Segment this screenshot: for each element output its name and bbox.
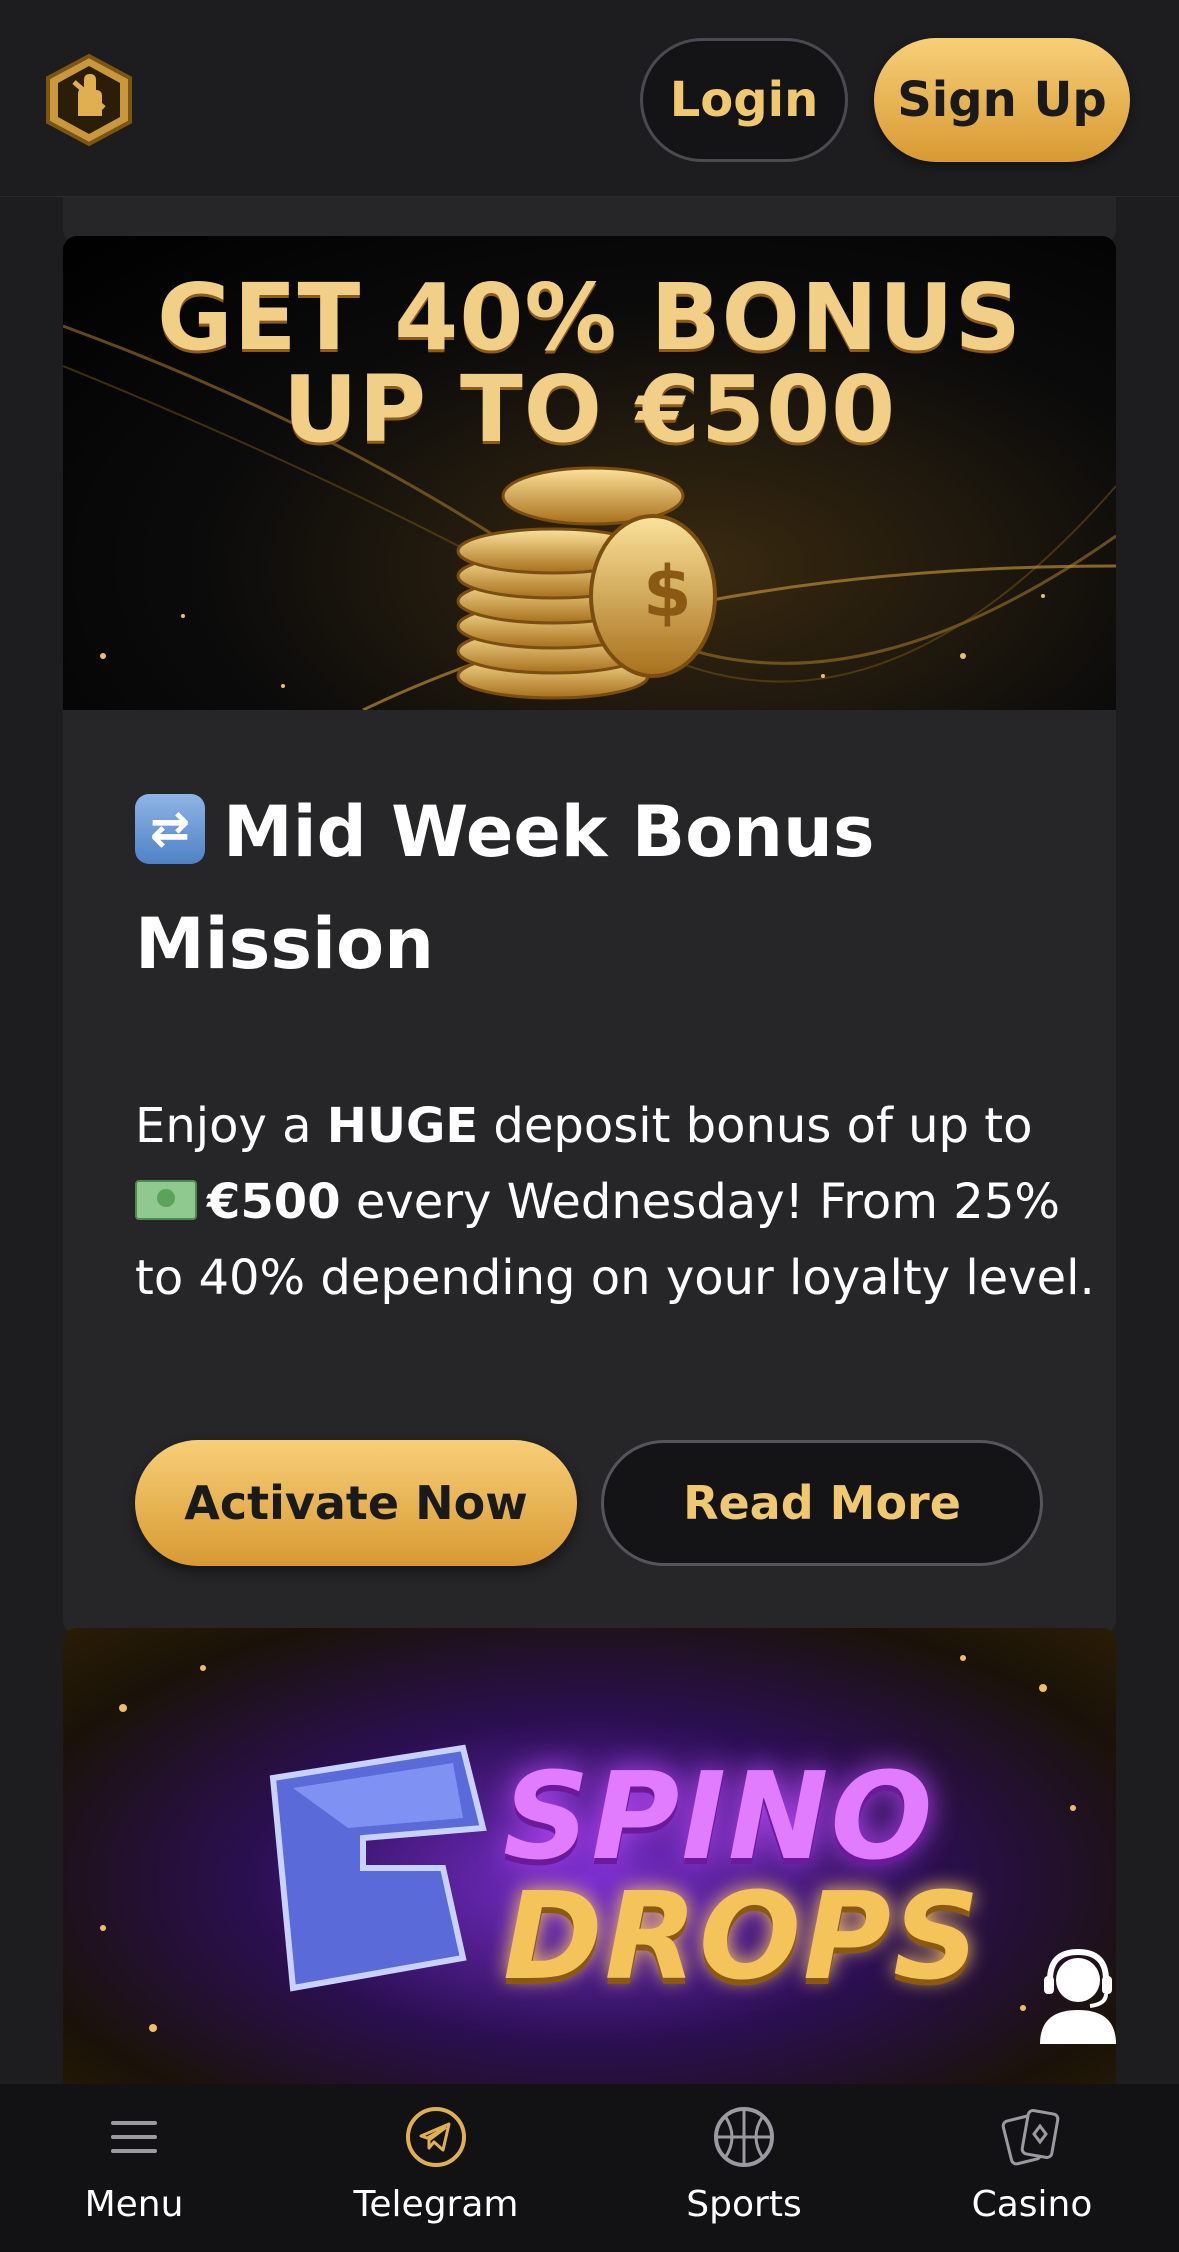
nav-menu-label: Menu — [84, 2184, 184, 2225]
spino-drops-banner[interactable]: SPINO DROPS — [63, 1628, 1116, 2088]
svg-text:$: $ — [643, 551, 692, 633]
headset-agent-icon — [1040, 1948, 1116, 2044]
desc-part-1: Enjoy a — [135, 1098, 327, 1154]
nav-casino-label: Casino — [971, 2184, 1093, 2225]
desc-amount: €500 — [207, 1174, 341, 1230]
signup-button[interactable]: Sign Up — [874, 38, 1130, 162]
menu-icon — [111, 2121, 157, 2153]
basketball-icon — [714, 2107, 774, 2167]
banknote-icon — [135, 1180, 197, 1220]
top-header: Login Sign Up — [0, 0, 1179, 197]
gold-coins-image: $ — [456, 466, 717, 700]
nav-sports-label: Sports — [686, 2184, 802, 2225]
spino-title: SPINO — [503, 1748, 935, 1887]
nav-menu[interactable]: Menu — [74, 2084, 194, 2252]
activate-now-button[interactable]: Activate Now — [135, 1440, 577, 1566]
desc-huge: HUGE — [326, 1098, 479, 1154]
login-button[interactable]: Login — [640, 38, 848, 162]
repeat-icon: ⇄ — [135, 794, 205, 864]
bottom-navigation: Menu Telegram Sports Casino — [0, 2084, 1179, 2252]
promo-banner-image: GET 40% BONUS UP TO €500 $ — [63, 236, 1116, 710]
nav-telegram[interactable]: Telegram — [344, 2084, 528, 2252]
banner-headline: GET 40% BONUS — [157, 264, 1022, 371]
promo-title: ⇄ Mid Week Bonus Mission — [135, 776, 1035, 1000]
promo-title-text: Mid Week Bonus Mission — [135, 791, 875, 985]
nav-telegram-label: Telegram — [353, 2184, 519, 2225]
promo-description: Enjoy a HUGE deposit bonus of up to €500… — [135, 1088, 1095, 1316]
nav-casino[interactable]: Casino — [964, 2084, 1100, 2252]
read-more-button[interactable]: Read More — [601, 1440, 1043, 1566]
promo-card: GET 40% BONUS UP TO €500 $ ⇄ Mid Week Bon… — [63, 236, 1116, 1634]
desc-part-2: deposit bonus of up to — [478, 1098, 1033, 1154]
telegram-icon — [406, 2107, 466, 2167]
site-logo[interactable] — [44, 52, 134, 148]
drops-title: DROPS — [503, 1868, 982, 2007]
support-chat-button[interactable] — [1036, 1944, 1120, 2044]
nav-sports[interactable]: Sports — [678, 2084, 810, 2252]
cards-icon — [1001, 2109, 1060, 2166]
logo-icon — [46, 53, 132, 147]
